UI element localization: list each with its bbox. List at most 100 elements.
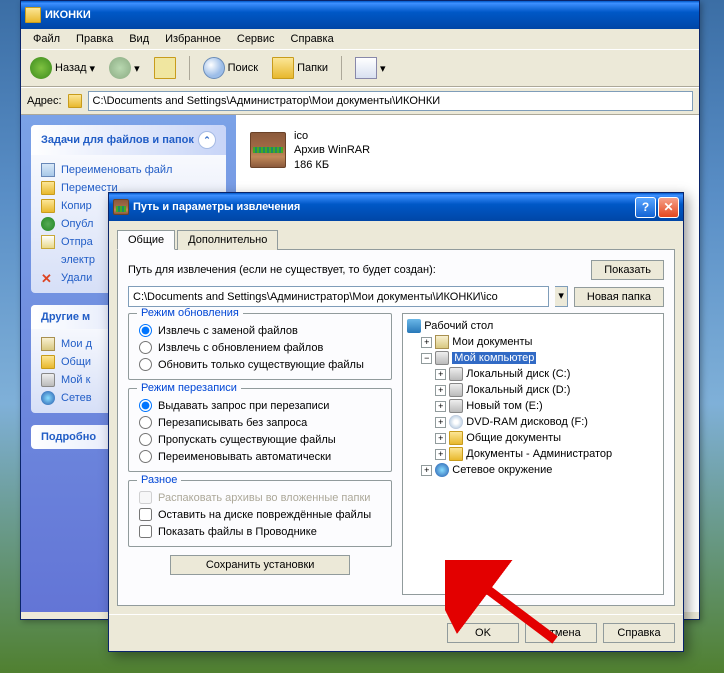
check-explorer[interactable]: Показать файлы в Проводнике <box>139 523 381 540</box>
address-label: Адрес: <box>27 95 62 107</box>
tree-shareddocs[interactable]: +Общие документы <box>435 430 659 446</box>
back-icon <box>30 57 52 79</box>
radio-replace[interactable]: Извлечь с заменой файлов <box>139 322 381 339</box>
publish-icon <box>41 217 55 231</box>
menu-edit[interactable]: Правка <box>68 31 121 47</box>
radio-fresh[interactable]: Обновить только существующие файлы <box>139 356 381 373</box>
search-icon <box>203 57 225 79</box>
path-label: Путь для извлечения (если не существует,… <box>128 264 585 276</box>
forward-button[interactable]: ▾ <box>104 54 145 82</box>
check-broken[interactable]: Оставить на диске повреждённые файлы <box>139 506 381 523</box>
tab-advanced[interactable]: Дополнительно <box>177 230 278 250</box>
ok-button[interactable]: OK <box>447 623 519 643</box>
chevron-down-icon: ▾ <box>90 62 96 75</box>
tree-mydocs[interactable]: +Мои документы <box>421 334 659 350</box>
copy-icon <box>41 199 55 213</box>
expand-icon[interactable]: + <box>421 337 432 348</box>
menu-file[interactable]: Файл <box>25 31 68 47</box>
expand-icon[interactable]: + <box>435 433 446 444</box>
move-icon <box>41 181 55 195</box>
folder-icon <box>449 447 463 461</box>
back-button[interactable]: Назад▾ <box>25 54 100 82</box>
radio-ask[interactable]: Выдавать запрос при перезаписи <box>139 397 381 414</box>
delete-icon: ✕ <box>41 271 55 285</box>
rename-icon <box>41 163 55 177</box>
new-folder-button[interactable]: Новая папка <box>574 287 664 307</box>
expand-icon[interactable]: + <box>435 385 446 396</box>
folder-icon <box>25 7 41 23</box>
window-title: ИКОНКИ <box>45 9 91 21</box>
forward-icon <box>109 57 131 79</box>
shared-icon <box>41 355 55 369</box>
file-name: ico <box>294 129 370 143</box>
dialog-title: Путь и параметры извлечения <box>133 201 300 213</box>
views-icon <box>355 57 377 79</box>
up-button[interactable] <box>149 54 181 82</box>
help-button[interactable]: ? <box>635 197 656 218</box>
dialog-titlebar[interactable]: Путь и параметры извлечения ? ✕ <box>109 193 683 221</box>
rar-icon <box>113 199 129 215</box>
menu-view[interactable]: Вид <box>121 31 157 47</box>
radio-rename[interactable]: Переименовывать автоматически <box>139 448 381 465</box>
expand-icon[interactable]: + <box>435 449 446 460</box>
mydocs-icon <box>435 335 449 349</box>
blank-icon <box>41 253 55 267</box>
expand-icon[interactable]: + <box>421 465 432 476</box>
network-icon <box>41 391 55 405</box>
email-icon <box>41 235 55 249</box>
disk-icon <box>449 399 463 413</box>
misc-group: Разное Распаковать архивы во вложенные п… <box>128 480 392 547</box>
folder-icon <box>449 431 463 445</box>
expand-icon[interactable]: + <box>435 369 446 380</box>
tree-network[interactable]: +Сетевое окружение <box>421 462 659 478</box>
folder-tree[interactable]: Рабочий стол +Мои документы −Мой компьют… <box>402 313 664 595</box>
desktop-icon <box>407 319 421 333</box>
folders-icon <box>272 57 294 79</box>
tree-admindocs[interactable]: +Документы - Администратор <box>435 446 659 462</box>
path-dropdown[interactable]: ▾ <box>555 286 568 307</box>
tree-drive-c[interactable]: +Локальный диск (C:) <box>435 366 659 382</box>
help-button[interactable]: Справка <box>603 623 675 643</box>
dvd-icon <box>449 415 463 429</box>
tree-mycomputer[interactable]: −Мой компьютер <box>421 350 659 366</box>
collapse-icon[interactable]: − <box>421 353 432 364</box>
tree-drive-f[interactable]: +DVD-RAM дисковод (F:) <box>435 414 659 430</box>
computer-icon <box>435 351 449 365</box>
network-icon <box>435 463 449 477</box>
expand-icon[interactable]: + <box>435 401 446 412</box>
tasks-header[interactable]: Задачи для файлов и папок⌃ <box>31 125 226 155</box>
menu-favorites[interactable]: Избранное <box>157 31 229 47</box>
chevron-down-icon: ▾ <box>380 62 386 75</box>
radio-skip[interactable]: Пропускать существующие файлы <box>139 431 381 448</box>
menu-help[interactable]: Справка <box>283 31 342 47</box>
mydocs-icon <box>41 337 55 351</box>
views-button[interactable]: ▾ <box>350 54 391 82</box>
expand-icon[interactable]: + <box>435 417 446 428</box>
tree-drive-e[interactable]: +Новый том (E:) <box>435 398 659 414</box>
rar-archive-icon <box>250 132 286 168</box>
path-input[interactable] <box>128 286 549 307</box>
address-bar: Адрес: <box>21 87 699 114</box>
close-button[interactable]: ✕ <box>658 197 679 218</box>
task-rename[interactable]: Переименовать файл <box>41 161 216 179</box>
disk-icon <box>449 383 463 397</box>
cancel-button[interactable]: Отмена <box>525 623 597 643</box>
tree-desktop[interactable]: Рабочий стол <box>407 318 659 334</box>
radio-overwrite[interactable]: Перезаписывать без запроса <box>139 414 381 431</box>
menu-tools[interactable]: Сервис <box>229 31 283 47</box>
radio-update[interactable]: Извлечь с обновлением файлов <box>139 339 381 356</box>
folder-icon <box>68 94 82 108</box>
extract-dialog: Путь и параметры извлечения ? ✕ Общие До… <box>108 192 684 652</box>
menubar: Файл Правка Вид Избранное Сервис Справка <box>21 29 699 49</box>
save-settings-button[interactable]: Сохранить установки <box>170 555 350 575</box>
tab-general[interactable]: Общие <box>117 230 175 250</box>
show-button[interactable]: Показать <box>591 260 664 280</box>
file-item-ico[interactable]: ico Архив WinRAR 186 КБ <box>246 125 689 176</box>
search-button[interactable]: Поиск <box>198 54 263 82</box>
folders-button[interactable]: Папки <box>267 54 333 82</box>
up-icon <box>154 57 176 79</box>
toolbar: Назад▾ ▾ Поиск Папки ▾ <box>21 49 699 87</box>
address-input[interactable] <box>88 91 693 111</box>
explorer-titlebar[interactable]: ИКОНКИ <box>21 1 699 29</box>
tree-drive-d[interactable]: +Локальный диск (D:) <box>435 382 659 398</box>
